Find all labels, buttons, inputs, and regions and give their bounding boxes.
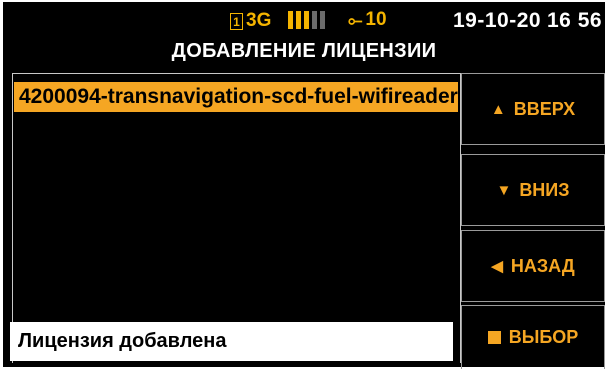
antenna-icon: ⟜ [348,9,363,30]
select-button-label: ВЫБОР [508,327,579,347]
signal-bar [288,11,293,29]
down-button-label: ВНИЗ [519,179,570,200]
list-item-selected[interactable]: 4200094-transnavigation-scd-fuel-wifirea… [14,82,458,112]
sim-slot-icon: 1 [230,12,243,30]
up-button[interactable]: ▲ ВВЕРХ [461,73,605,145]
device-screen: 1 3G ⟜ 10 19-10-20 16 56 ДОБАВЛЕНИЕ ЛИЦЕ… [3,2,605,369]
sim-indicator: 1 3G [230,10,271,32]
square-icon [487,331,501,344]
triangle-left-icon: ◀ [491,258,503,275]
back-button-label: НАЗАД [510,255,575,276]
up-button-label: ВВЕРХ [513,98,576,119]
down-button[interactable]: ▼ ВНИЗ [461,154,605,226]
select-button[interactable]: ВЫБОР [461,305,605,369]
network-type: 3G [246,10,272,31]
file-list: 4200094-transnavigation-scd-fuel-wifirea… [12,73,461,363]
triangle-down-icon: ▼ [496,181,512,199]
status-bar: 1 3G ⟜ 10 19-10-20 16 56 [3,2,605,38]
signal-bar [320,11,325,29]
status-message: Лицензия добавлена [10,322,453,361]
signal-bar [312,11,317,29]
antenna-value: 10 [365,9,387,30]
antenna-indicator: ⟜ 10 [348,9,387,31]
signal-bar [304,11,309,29]
signal-strength-icon [288,11,325,29]
date-display: 19-10-20 [453,9,542,32]
signal-bar [296,11,301,29]
triangle-up-icon: ▲ [490,100,506,118]
back-button[interactable]: ◀ НАЗАД [461,230,605,302]
time-display: 16 56 [547,9,603,32]
page-title: ДОБАВЛЕНИЕ ЛИЦЕНЗИИ [171,40,437,62]
